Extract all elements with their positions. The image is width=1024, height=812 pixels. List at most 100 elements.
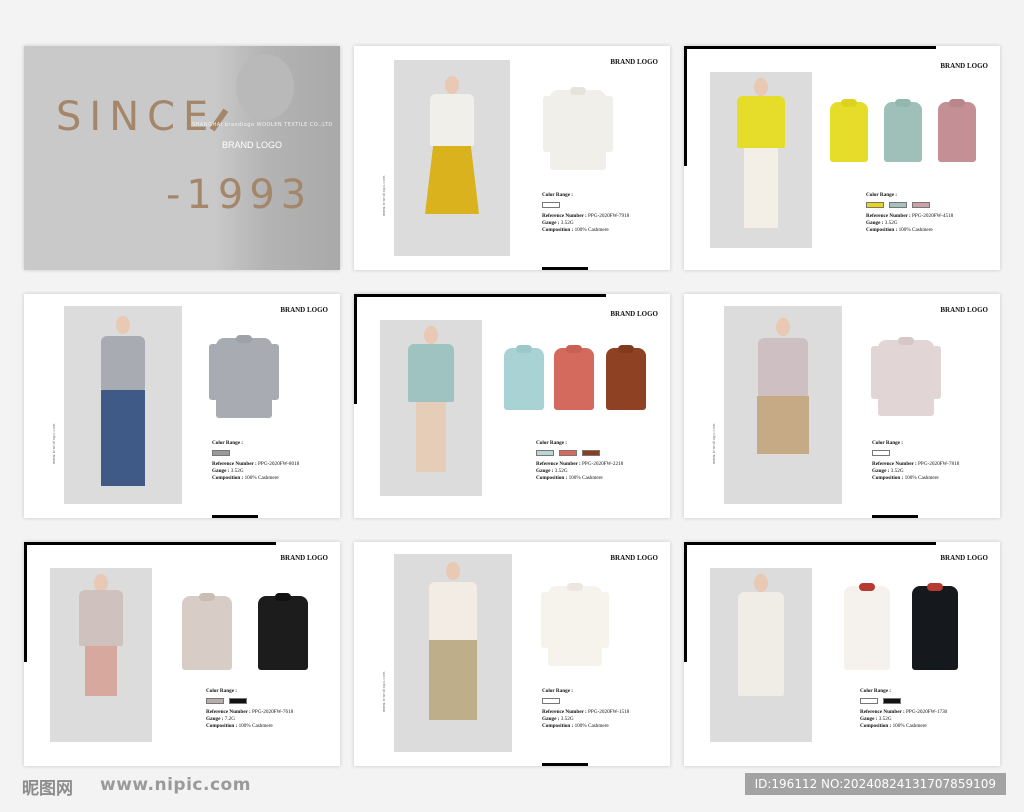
garment-collar xyxy=(927,583,943,591)
color-range-label: Color Range : xyxy=(872,440,904,446)
garment-sleeve xyxy=(604,96,613,152)
gauge-value: 7.2G xyxy=(224,716,235,722)
model-sweater xyxy=(101,336,145,390)
garment-1 xyxy=(844,583,890,670)
color-range-label: Color Range : xyxy=(536,440,568,446)
gauge-label: Gauge : xyxy=(542,220,560,226)
model-skirt xyxy=(425,146,479,214)
brand-logo: BRAND LOGO xyxy=(610,554,658,562)
top-accent-line xyxy=(684,46,936,49)
product-info: Color Range : Reference Number : PPG-202… xyxy=(860,688,947,730)
left-accent-line xyxy=(684,542,687,662)
reference-number: PPG-2020FW-2218 xyxy=(582,461,624,467)
garment-1 xyxy=(871,337,941,416)
model-photo xyxy=(724,306,842,504)
brand-logo: BRAND LOGO xyxy=(280,306,328,314)
composition-label: Composition : xyxy=(872,475,904,481)
product-page-4: BRAND LOGO Color Range : Reference Numbe… xyxy=(354,294,670,518)
reference-label: Reference Number : xyxy=(536,461,581,467)
garment-1 xyxy=(543,87,613,170)
product-page-2: BRAND LOGO Color Range : Reference Numbe… xyxy=(684,46,1000,270)
color-swatches xyxy=(536,450,623,456)
garment-collar xyxy=(566,345,582,353)
reference-label: Reference Number : xyxy=(866,213,911,219)
color-swatch xyxy=(229,698,247,704)
gauge-value: 3.52G xyxy=(560,716,574,722)
garment-collar xyxy=(898,337,914,345)
garment-collar xyxy=(567,583,583,591)
garment-sleeve xyxy=(871,346,880,400)
garment-collar xyxy=(895,99,911,107)
model-pants xyxy=(744,148,778,228)
model-photo xyxy=(394,60,510,256)
model-photo xyxy=(710,568,812,742)
color-swatches xyxy=(542,698,629,704)
garment-2 xyxy=(258,593,308,670)
garment-1 xyxy=(504,345,544,410)
garment-collar xyxy=(859,583,875,591)
brand-logo: BRAND LOGO xyxy=(940,554,988,562)
garment-sleeve xyxy=(209,344,218,400)
garment-collar xyxy=(841,99,857,107)
model-hoodie xyxy=(79,590,123,646)
garment-collar xyxy=(949,99,965,107)
gauge-label: Gauge : xyxy=(206,716,224,722)
composition-label: Composition : xyxy=(542,227,574,233)
garment-collar xyxy=(618,345,634,353)
color-swatches xyxy=(872,450,959,456)
model-photo xyxy=(50,568,152,742)
garment-3 xyxy=(606,345,646,410)
garment-sleeve xyxy=(270,344,279,400)
bottom-accent-bar xyxy=(212,515,258,518)
color-swatch xyxy=(889,202,907,208)
model-jeans xyxy=(101,390,145,486)
watermark-site-name: 昵图网 xyxy=(22,779,73,799)
gauge-value: 3.52G xyxy=(230,468,244,474)
color-swatches xyxy=(866,202,953,208)
garment-sleeve xyxy=(541,592,550,648)
reference-label: Reference Number : xyxy=(206,709,251,715)
product-page-3: BRAND LOGO www.brandlogo.com Color Range… xyxy=(24,294,340,518)
composition-label: Composition : xyxy=(212,475,244,481)
gauge-label: Gauge : xyxy=(536,468,554,474)
gauge-label: Gauge : xyxy=(212,468,230,474)
watermark-footer: 昵图网 www.nipic.com ID:196112 NO:202408241… xyxy=(0,770,1024,812)
garment-2 xyxy=(912,583,958,670)
composition-value: 100% Cashmere xyxy=(892,723,927,729)
product-info: Color Range : Reference Number : PPG-202… xyxy=(542,688,629,730)
composition-label: Composition : xyxy=(860,723,892,729)
bottom-accent-bar xyxy=(872,515,918,518)
garment-sleeve xyxy=(600,592,609,648)
gauge-label: Gauge : xyxy=(860,716,878,722)
garment-2 xyxy=(884,99,922,162)
garment-1 xyxy=(830,99,868,162)
reference-number: PPG-2020FW-7618 xyxy=(252,709,294,715)
gauge-label: Gauge : xyxy=(542,716,560,722)
bottom-accent-bar xyxy=(542,763,588,766)
garment-sleeve xyxy=(932,346,941,400)
reference-label: Reference Number : xyxy=(212,461,257,467)
product-info: Color Range : Reference Number : PPG-202… xyxy=(206,688,293,730)
product-info: Color Range : Reference Number : PPG-202… xyxy=(536,440,623,482)
watermark-url: www.nipic.com xyxy=(100,775,251,795)
color-range-label: Color Range : xyxy=(212,440,244,446)
color-swatch xyxy=(206,698,224,704)
bottom-accent-bar xyxy=(542,267,588,270)
color-swatch xyxy=(542,202,560,208)
reference-number: PPG-2020FW-8018 xyxy=(258,461,300,467)
gauge-label: Gauge : xyxy=(872,468,890,474)
left-accent-line xyxy=(24,542,27,662)
model-skirt xyxy=(429,640,477,720)
vertical-url: www.brandlogo.com xyxy=(382,671,386,712)
gauge-value: 3.52G xyxy=(878,716,892,722)
model-head xyxy=(776,318,790,336)
color-range-label: Color Range : xyxy=(206,688,238,694)
product-page-8: BRAND LOGO Color Range : Reference Numbe… xyxy=(684,542,1000,766)
garment-collar xyxy=(275,593,291,601)
gauge-value: 3.52G xyxy=(890,468,904,474)
color-swatches xyxy=(542,202,629,208)
reference-label: Reference Number : xyxy=(872,461,917,467)
color-swatch xyxy=(212,450,230,456)
cover-page: SINCE SHANGHAI brandlogo WOOLEN TEXTILE … xyxy=(24,46,340,270)
model-head xyxy=(754,78,768,96)
